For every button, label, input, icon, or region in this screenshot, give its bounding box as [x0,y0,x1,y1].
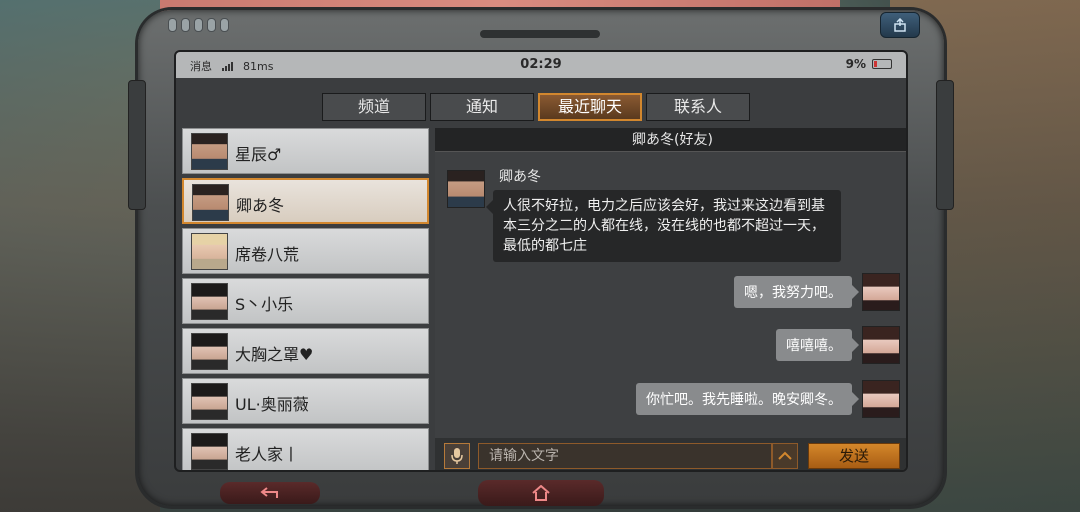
device-grip [168,18,229,32]
self-avatar [862,326,900,364]
female-avatar [191,283,228,320]
chat-tabs: 频道 通知 最近聊天 联系人 [322,93,750,121]
microphone-icon[interactable] [444,443,470,469]
contact-name: 老人家丨 [235,445,300,464]
female-avatar [191,433,228,470]
home-button[interactable] [478,480,604,506]
outgoing-message: 你忙吧。我先睡啦。晚安卿冬。 [580,380,900,418]
clock: 02:29 [520,57,562,72]
message-input[interactable]: 请输入文字 [478,443,772,469]
self-avatar [862,380,900,418]
chevron-up-icon[interactable] [772,443,798,469]
sender-avatar[interactable] [447,170,485,208]
phone-device-frame: 消息 81ms 02:29 9% 频道 通知 最近聊天 联系人 星辰♂ 卿あ冬 … [128,10,954,506]
self-avatar [862,273,900,311]
female-avatar [191,383,228,420]
device-top-slot [480,30,600,38]
battery-icon [872,59,892,69]
contact-list: 星辰♂ 卿あ冬 席卷八荒 S丶小乐 大胸之罩♥ UL·奥丽薇 老人家丨 [182,128,429,470]
tab-channel[interactable]: 频道 [322,93,426,121]
chat-input-row: 请输入文字 发送 [435,438,906,470]
outgoing-message: 嗯，我努力吧。 [600,273,900,311]
contact-name: S丶小乐 [235,295,294,314]
contact-name: 席卷八荒 [235,245,300,264]
contact-item[interactable]: 星辰♂ [182,128,429,174]
message-bubble: 嗯，我努力吧。 [734,276,859,308]
contact-item[interactable]: UL·奥丽薇 [182,378,429,424]
status-bar: 消息 81ms 02:29 9% [176,52,906,78]
contact-name: UL·奥丽薇 [235,395,309,414]
contact-item[interactable]: S丶小乐 [182,278,429,324]
tab-recent-chats[interactable]: 最近聊天 [538,93,642,121]
sender-name: 卿あ冬 [499,169,541,185]
contact-item[interactable]: 席卷八荒 [182,228,429,274]
contact-item-selected[interactable]: 卿あ冬 [182,178,429,224]
back-button[interactable] [220,482,320,504]
phone-screen: 消息 81ms 02:29 9% 频道 通知 最近聊天 联系人 星辰♂ 卿あ冬 … [174,50,908,472]
background-left [0,0,160,512]
message-bubble: 你忙吧。我先睡啦。晚安卿冬。 [636,383,859,415]
male-avatar [191,133,228,170]
male-avatar [192,184,229,221]
device-side-right [936,80,954,210]
chat-title: 卿あ冬(好友) [435,128,906,152]
chat-panel: 卿あ冬(好友) 卿あ冬 人很不好拉，电力之后应该会好，我过来这边看到基本三分之二… [435,128,906,470]
battery-percent: 9% [845,57,866,71]
share-icon[interactable] [880,12,920,38]
tab-contacts[interactable]: 联系人 [646,93,750,121]
female-avatar [191,333,228,370]
contact-name: 卿あ冬 [236,196,285,215]
contact-item[interactable]: 老人家丨 [182,428,429,470]
contact-item[interactable]: 大胸之罩♥ [182,328,429,374]
message-bubble: 嘻嘻嘻。 [776,329,859,361]
outgoing-message: 嘻嘻嘻。 [600,326,900,364]
device-side-left [128,80,146,210]
contact-name: 星辰♂ [235,145,282,164]
incoming-message: 人很不好拉，电力之后应该会好，我过来这边看到基本三分之二的人都在线，没在线的也都… [486,190,841,262]
blonde-avatar [191,233,228,270]
tab-notifications[interactable]: 通知 [430,93,534,121]
contact-name: 大胸之罩♥ [235,345,314,364]
send-button[interactable]: 发送 [808,443,900,469]
